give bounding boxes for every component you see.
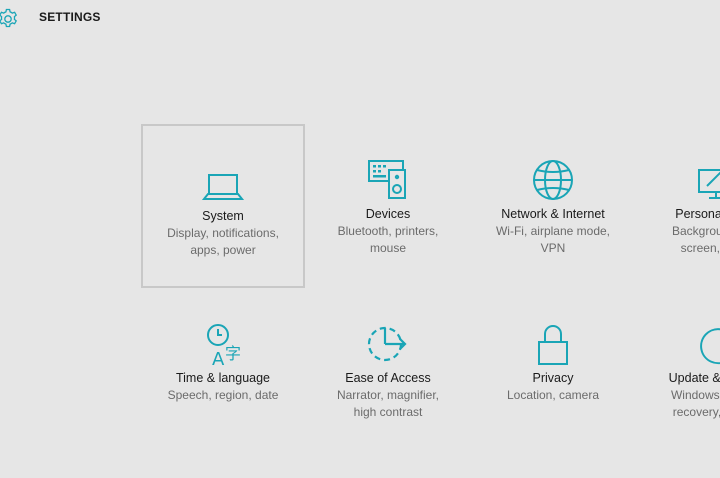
laptop-icon [201, 174, 245, 200]
keyboard-speaker-icon [368, 160, 406, 199]
tile-ease-of-access[interactable]: Ease of Access Narrator, magnifier, high… [306, 288, 470, 452]
tile-update-security-name: Update & security [668, 371, 720, 385]
tile-personalization-name: Personalization [675, 207, 720, 221]
lock-icon [538, 325, 568, 365]
tile-devices[interactable]: Devices Bluetooth, printers, mouse [306, 124, 470, 288]
page-title: SETTINGS [39, 10, 101, 24]
settings-window: SETTINGS System Display, notifications, … [0, 0, 720, 478]
tile-privacy[interactable]: Privacy Location, camera [471, 288, 635, 452]
globe-icon [533, 160, 573, 200]
time-language-icon: A 字 [207, 324, 241, 367]
tile-update-security[interactable]: Update & security Windows Update, recove… [636, 288, 720, 452]
tile-time-language[interactable]: A 字 Time & language Speech, region, date [141, 288, 305, 452]
gear-icon [0, 8, 18, 28]
ease-of-access-icon [367, 326, 407, 362]
tile-personalization[interactable]: Personalization Background, lock screen,… [636, 124, 720, 288]
brush-monitor-icon [698, 169, 720, 199]
svg-text:A: A [212, 349, 225, 367]
svg-text:字: 字 [225, 344, 241, 363]
tile-system[interactable]: System Display, notifications, apps, pow… [141, 124, 305, 288]
tile-personalization-desc: Background, lock screen, colors [671, 224, 720, 255]
tile-network[interactable]: Network & Internet Wi-Fi, airplane mode,… [471, 124, 635, 288]
tile-update-security-desc: Windows Update, recovery, backup [670, 388, 720, 419]
header: SETTINGS [0, 0, 720, 36]
refresh-icon [700, 328, 720, 365]
